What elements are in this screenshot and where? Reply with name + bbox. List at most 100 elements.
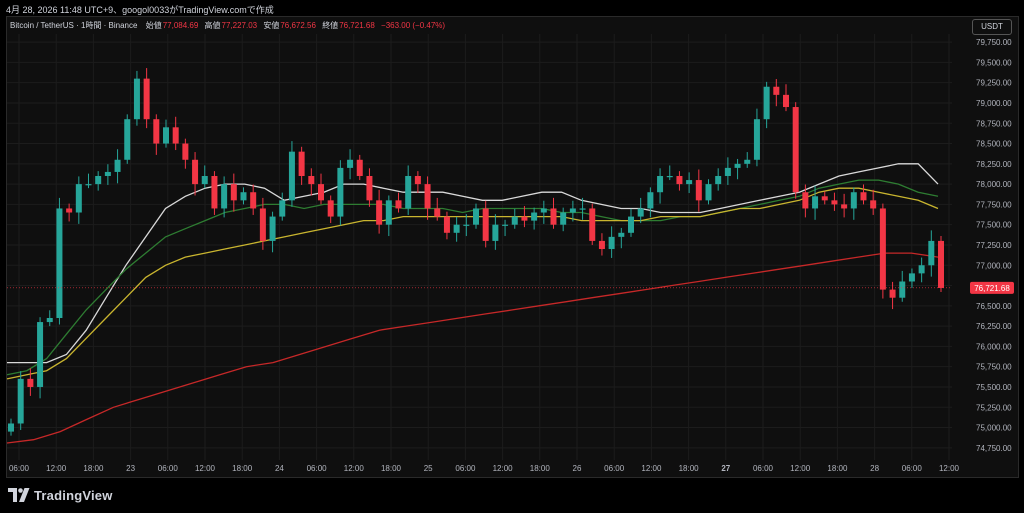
y-tick-label: 79,750.00 <box>976 38 1012 47</box>
candle-body <box>221 184 228 209</box>
candle-body <box>628 216 634 233</box>
candle-body <box>579 208 586 210</box>
candle-body <box>521 216 528 221</box>
candle-body <box>657 176 664 193</box>
candle-body <box>240 192 247 201</box>
candle-body <box>918 265 925 274</box>
y-tick-label: 75,250.00 <box>976 403 1012 412</box>
tradingview-footer[interactable]: TradingView <box>8 486 113 504</box>
candle-body <box>744 159 751 164</box>
x-tick-label: 18:00 <box>83 464 104 473</box>
candle-body <box>695 180 702 201</box>
candle-body <box>812 196 819 209</box>
x-tick-label: 12:00 <box>344 464 365 473</box>
last-price-marker: 76,721.68 <box>7 281 1014 294</box>
candle-body <box>473 208 479 225</box>
candle-body <box>889 289 896 298</box>
candle-body <box>734 163 741 168</box>
x-tick-label: 06:00 <box>604 464 625 473</box>
candle-body <box>908 273 915 282</box>
x-tick-label: 06:00 <box>455 464 476 473</box>
candle-body <box>201 176 208 185</box>
y-tick-label: 77,750.00 <box>976 200 1012 209</box>
y-tick-label: 77,500.00 <box>976 221 1012 230</box>
candle-body <box>250 192 257 209</box>
candle-body <box>637 208 644 217</box>
candle-body <box>414 176 421 185</box>
y-tick-label: 76,500.00 <box>976 302 1012 311</box>
x-tick-label: 27 <box>721 464 730 473</box>
x-tick-label: 25 <box>424 464 433 473</box>
candle-body <box>773 86 780 95</box>
candle-body <box>95 176 102 185</box>
candle-body <box>230 184 237 201</box>
candle-body <box>8 423 14 432</box>
x-tick-label: 26 <box>573 464 582 473</box>
y-tick-label: 76,000.00 <box>976 342 1012 351</box>
x-tick-label: 18:00 <box>530 464 551 473</box>
candle-body <box>705 184 712 201</box>
candle-body <box>531 212 538 221</box>
candle-body <box>802 192 809 209</box>
candle-body <box>928 240 935 266</box>
candle-body <box>395 200 402 209</box>
y-tick-label: 77,250.00 <box>976 241 1012 250</box>
tradingview-brand: TradingView <box>34 487 113 503</box>
time-axis: 06:00 12:00 18:00 23 06:00 12:00 18:00 24 06:00 1… <box>9 464 960 473</box>
x-tick-label: 06:00 <box>158 464 179 473</box>
price-axis: 79,750.00 79,500.00 79,250.00 79,000.00 78,7… <box>976 38 1012 453</box>
candle-body <box>763 86 770 120</box>
x-tick-label: 12:00 <box>790 464 811 473</box>
candle-body <box>182 143 189 160</box>
y-tick-label: 79,500.00 <box>976 58 1012 67</box>
candle-body <box>724 167 731 176</box>
candle-body <box>647 192 654 209</box>
price-chart[interactable]: 79,750.00 79,500.00 79,250.00 79,000.00 78,7… <box>0 0 1024 480</box>
x-tick-label: 24 <box>275 464 284 473</box>
candle-body <box>899 281 906 298</box>
candle-body <box>66 208 73 213</box>
candle-body <box>405 176 412 209</box>
tradingview-logo-icon <box>8 488 30 502</box>
candle-body <box>666 176 673 178</box>
last-price-label: 76,721.68 <box>974 284 1010 293</box>
candle-body <box>850 192 857 209</box>
candle-body <box>753 119 760 160</box>
candle-body <box>356 159 363 176</box>
candle-body <box>550 208 557 225</box>
x-tick-label: 18:00 <box>827 464 848 473</box>
candle-body <box>598 240 605 250</box>
candle-body <box>831 200 838 205</box>
candle-body <box>434 208 441 217</box>
candle-body <box>715 176 722 185</box>
candle-body <box>608 236 615 250</box>
candle-body <box>308 176 315 185</box>
candle-body <box>27 378 34 387</box>
candle-body <box>46 318 53 323</box>
candle-body <box>482 208 489 241</box>
candle-body <box>511 216 518 225</box>
candle-body <box>879 208 886 290</box>
candle-body <box>37 322 44 387</box>
candle-body <box>502 224 509 226</box>
y-tick-label: 78,000.00 <box>976 180 1012 189</box>
candle-body <box>560 212 567 225</box>
candle-body <box>366 176 373 201</box>
candle-body <box>589 208 596 241</box>
y-tick-label: 75,500.00 <box>976 383 1012 392</box>
y-tick-label: 75,750.00 <box>976 363 1012 372</box>
candle-body <box>463 224 470 226</box>
candle-body <box>279 200 286 217</box>
x-tick-label: 28 <box>870 464 879 473</box>
x-tick-label: 12:00 <box>641 464 662 473</box>
y-tick-label: 78,250.00 <box>976 160 1012 169</box>
x-tick-label: 12:00 <box>195 464 216 473</box>
candle-body <box>385 200 392 225</box>
y-tick-label: 74,750.00 <box>976 444 1012 453</box>
x-tick-label: 23 <box>126 464 135 473</box>
ma-line-1 <box>7 163 939 364</box>
y-tick-label: 78,500.00 <box>976 140 1012 149</box>
candle-body <box>259 208 266 241</box>
candle-body <box>821 196 828 201</box>
y-tick-label: 76,250.00 <box>976 322 1012 331</box>
